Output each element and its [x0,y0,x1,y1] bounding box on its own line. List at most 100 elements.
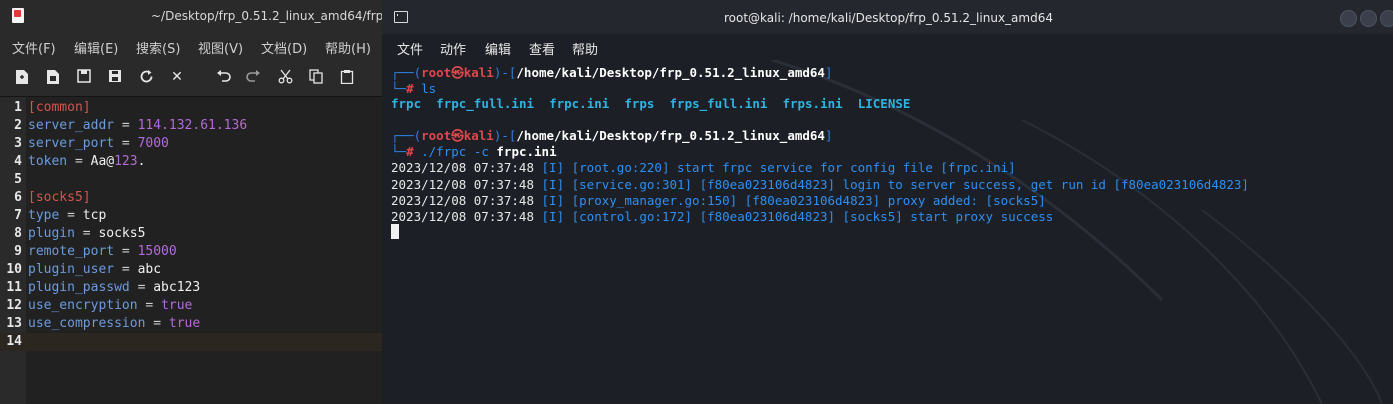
line-number: 5 [14,172,22,187]
menu-search[interactable]: 搜索(S) [136,38,180,57]
ls-output: frpc frpc_full.ini frpc.ini frps frps_fu… [391,96,911,111]
code-token: = [129,280,154,295]
new-window-icon[interactable] [45,69,61,85]
line-number: 13 [6,316,22,331]
code-line[interactable]: 1 [common] [0,99,382,117]
code-token: tcp [82,208,107,223]
line-text: remote_port = 15000 [28,243,177,261]
line-number: 1 [14,100,22,115]
code-token: type [28,208,60,223]
close-window-button[interactable] [1380,10,1393,27]
code-line[interactable]: 7 type = tcp [0,207,382,225]
line-text: server_port = 7000 [28,135,169,153]
line-number: 2 [14,118,22,133]
editor-toolbar: ✕ [0,60,382,97]
prompt-line: ┌──(root㉿kali)-[/home/kali/Desktop/frp_0… [391,65,833,80]
line-text: plugin = socks5 [28,225,145,243]
line-number: 10 [6,262,22,277]
term-menu-actions[interactable]: 动作 [440,39,466,58]
code-token: plugin [28,226,75,241]
menu-document[interactable]: 文档(D) [261,38,307,57]
copy-icon[interactable] [308,69,324,85]
code-token: = [137,298,162,313]
menu-edit[interactable]: 编辑(E) [74,38,118,57]
code-token: true [161,298,193,313]
log-line: 2023/12/08 07:37:48 [I] [service.go:301]… [391,177,1249,192]
save-icon[interactable] [76,69,92,85]
line-number: 3 [14,136,22,151]
editor-app-icon [12,8,24,23]
code-line[interactable]: 13 use_compression = true [0,315,382,333]
code-line[interactable]: 11 plugin_passwd = abc123 [0,279,382,297]
terminal-cursor [391,224,399,239]
editor-titlebar: ~/Desktop/frp_0.51.2_linux_amd64/frpc.in… [0,0,382,32]
line-number: 14 [6,334,22,349]
menu-view[interactable]: 视图(V) [198,38,243,57]
save-as-icon[interactable] [107,69,123,85]
terminal-title: root@kali: /home/kali/Desktop/frp_0.51.2… [724,11,1053,25]
new-file-icon[interactable] [14,69,30,85]
code-line[interactable]: 3 server_port = 7000 [0,135,382,153]
line-number: 6 [14,190,22,205]
code-token: 7000 [137,136,169,151]
close-icon[interactable]: ✕ [169,69,185,85]
code-line[interactable]: 2 server_addr = 114.132.61.136 [0,117,382,135]
line-number: 4 [14,154,22,169]
undo-icon[interactable] [215,69,231,85]
code-line[interactable]: 12 use_encryption = true [0,297,382,315]
code-token: socks5 [98,226,146,241]
code-line[interactable]: 9 remote_port = 15000 [0,243,382,261]
term-menu-file[interactable]: 文件 [397,39,423,58]
line-text: plugin_user = abc [28,261,161,279]
line-text: plugin_passwd = abc123 [28,279,200,297]
log-line: 2023/12/08 07:37:48 [I] [proxy_manager.g… [391,193,1046,208]
terminal-titlebar: root@kali: /home/kali/Desktop/frp_0.51.2… [382,0,1393,34]
line-text: use_encryption = true [28,297,192,315]
menu-help[interactable]: 帮助(H) [325,38,371,57]
line-number: 8 [14,226,22,241]
code-line[interactable]: 10 plugin_user = abc [0,261,382,279]
code-token: token [28,154,68,169]
redo-icon[interactable] [245,69,261,85]
menu-file[interactable]: 文件(F) [12,38,56,57]
code-token: true [168,316,201,331]
reload-icon[interactable] [138,69,154,85]
code-token: = [74,226,99,241]
line-number: 9 [14,244,22,259]
code-token: = [114,118,138,133]
code-token: use_compression [28,316,146,331]
code-line[interactable]: 5 [0,171,382,189]
maximize-button[interactable] [1360,10,1377,27]
line-text: [socks5] [28,189,91,207]
minimize-button[interactable] [1340,10,1357,27]
code-token: plugin_user [28,262,115,277]
code-token: Aa@ [90,154,115,169]
code-token: = [145,316,169,331]
code-token: . [137,154,146,169]
log-line: 2023/12/08 07:37:48 [I] [control.go:172]… [391,209,1054,224]
line-text: type = tcp [28,207,106,225]
code-token: [common] [28,100,91,115]
code-token: abc [137,262,162,277]
term-menu-view[interactable]: 查看 [529,39,555,58]
text-editor-window: ~/Desktop/frp_0.51.2_linux_amd64/frpc.in… [0,0,382,404]
code-line[interactable]: 4 token = Aa@123. [0,153,382,171]
paste-icon[interactable] [339,69,355,85]
term-menu-edit[interactable]: 编辑 [485,39,511,58]
code-line[interactable]: 8 plugin = socks5 [0,225,382,243]
line-text: use_compression = true [28,315,200,333]
code-line[interactable]: 6 [socks5] [0,189,382,207]
editor-text-area[interactable]: 1 [common] 2 server_addr = 114.132.61.136 3 s… [0,97,382,404]
cut-icon[interactable] [277,69,293,85]
terminal-output[interactable]: ┌──(root㉿kali)-[/home/kali/Desktop/frp_0… [382,60,1393,404]
terminal-window: root@kali: /home/kali/Desktop/frp_0.51.2… [382,0,1393,404]
code-line[interactable]: 14 [0,333,382,351]
term-menu-help[interactable]: 帮助 [572,39,598,58]
terminal-menubar: 文件 动作 编辑 查看 帮助 [382,34,1393,60]
editor-menubar: 文件(F) 编辑(E) 搜索(S) 视图(V) 文档(D) 帮助(H) [0,32,382,60]
command-line: └─# ./frpc -c frpc.ini [391,144,557,159]
code-token: [socks5] [28,190,91,205]
code-token: server_port [28,136,115,151]
editor-title: ~/Desktop/frp_0.51.2_linux_amd64/frpc.in… [151,9,382,23]
code-token: = [67,154,91,169]
